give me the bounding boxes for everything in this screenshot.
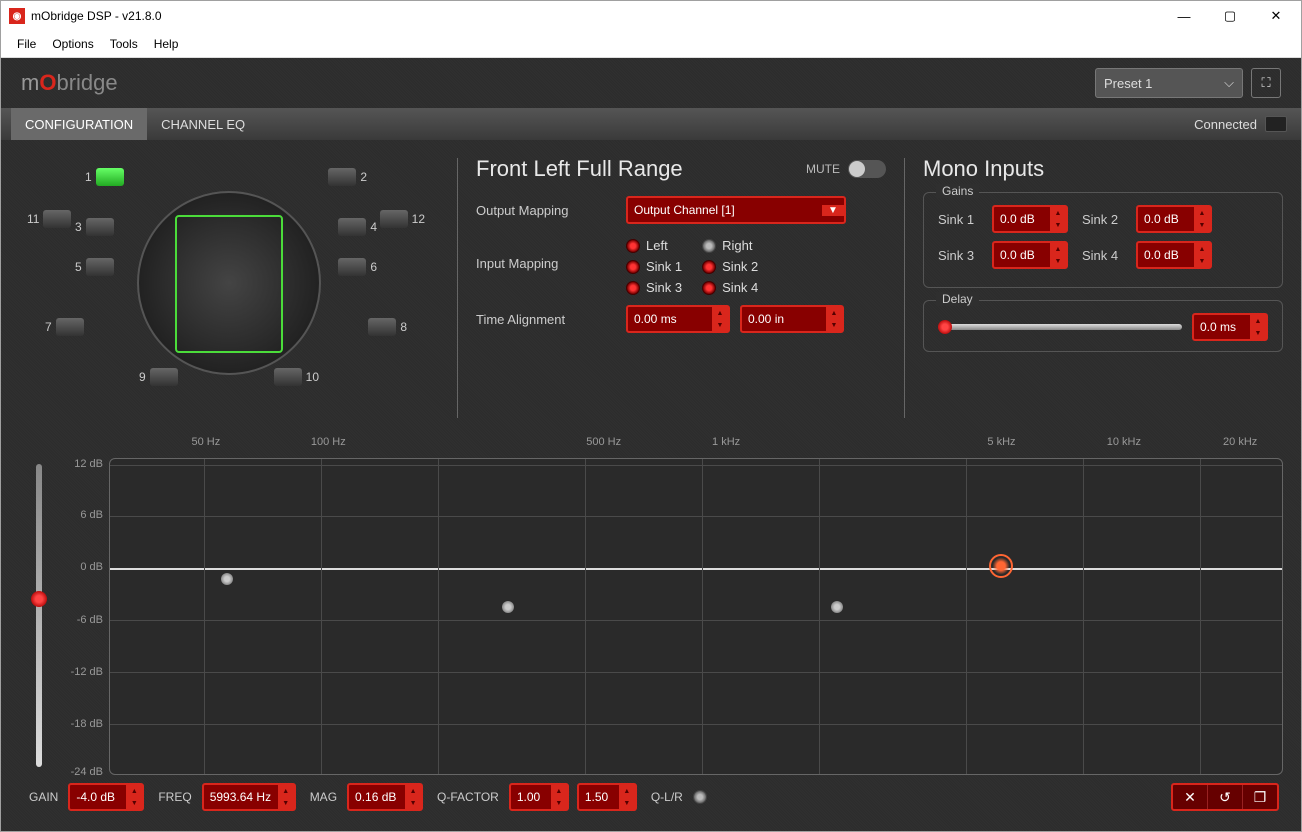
close-button[interactable]: ✕	[1253, 1, 1299, 31]
input-sink1[interactable]: Sink 1	[626, 259, 682, 274]
input-sink4[interactable]: Sink 4	[702, 280, 758, 295]
minimize-button[interactable]: ―	[1161, 1, 1207, 31]
eq-curve	[110, 459, 1282, 775]
eq-point-1[interactable]	[221, 573, 233, 585]
eq-point-3[interactable]	[831, 601, 843, 613]
chevron-down-icon: ▼	[822, 205, 844, 216]
time-ms-input[interactable]: 0.00 ms▲▼	[626, 305, 730, 333]
delay-group: Delay 0.0 ms▲▼	[923, 300, 1283, 352]
fullscreen-button[interactable]: ⛶	[1251, 68, 1281, 98]
eq-graph[interactable]	[109, 458, 1283, 775]
mag-input[interactable]: 0.16 dB▲▼	[347, 783, 423, 811]
sink2-gain[interactable]: 0.0 dB▲▼	[1136, 205, 1212, 233]
eq-area: 50 Hz 100 Hz 500 Hz 1 kHz 5 kHz 10 kHz 2…	[19, 436, 1283, 775]
qfactor-input-2[interactable]: 1.50▲▼	[577, 783, 637, 811]
speaker-8[interactable]: 8	[368, 318, 407, 336]
input-sink2[interactable]: Sink 2	[702, 259, 758, 274]
content: 1 2 3 4 5 6 7 8 9 10 11 12 Front Left	[1, 140, 1301, 831]
output-mapping-label: Output Mapping	[476, 203, 626, 218]
tabbar: CONFIGURATION CHANNEL EQ Connected	[1, 108, 1301, 140]
speaker-6[interactable]: 6	[338, 258, 377, 276]
app-icon: ◉	[9, 8, 25, 24]
freq-input[interactable]: 5993.64 Hz▲▼	[202, 783, 296, 811]
speaker-3[interactable]: 3	[75, 218, 114, 236]
app-header: mObridge Preset 1 ⌵ ⛶	[1, 58, 1301, 108]
titlebar: ◉ mObridge DSP - v21.8.0 ― ▢ ✕	[1, 1, 1301, 31]
speaker-layout: 1 2 3 4 5 6 7 8 9 10 11 12	[19, 148, 439, 418]
sink1-gain[interactable]: 0.0 dB▲▼	[992, 205, 1068, 233]
menu-help[interactable]: Help	[146, 35, 187, 53]
close-icon[interactable]: ✕	[1173, 785, 1208, 809]
input-sink3[interactable]: Sink 3	[626, 280, 682, 295]
preset-select[interactable]: Preset 1 ⌵	[1095, 68, 1243, 98]
menu-tools[interactable]: Tools	[102, 35, 146, 53]
menu-options[interactable]: Options	[44, 35, 101, 53]
eq-x-labels: 50 Hz 100 Hz 500 Hz 1 kHz 5 kHz 10 kHz 2…	[59, 436, 1283, 458]
mono-title: Mono Inputs	[923, 156, 1283, 182]
gain-vslider[interactable]	[36, 464, 42, 767]
gain-input[interactable]: -4.0 dB▲▼	[68, 783, 144, 811]
output-mapping-select[interactable]: Output Channel [1] ▼	[626, 196, 846, 224]
eq-point-4-selected[interactable]	[989, 554, 1013, 578]
speaker-10[interactable]: 10	[274, 368, 319, 386]
app-window: ◉ mObridge DSP - v21.8.0 ― ▢ ✕ File Opti…	[0, 0, 1302, 832]
connection-status: Connected	[1180, 108, 1301, 140]
preset-label: Preset 1	[1104, 76, 1152, 91]
connection-icon	[1265, 116, 1287, 132]
mono-inputs-panel: Mono Inputs Gains Sink 10.0 dB▲▼ Sink 20…	[923, 148, 1283, 418]
speaker-4[interactable]: 4	[338, 218, 377, 236]
delay-value[interactable]: 0.0 ms▲▼	[1192, 313, 1268, 341]
maximize-button[interactable]: ▢	[1207, 1, 1253, 31]
input-mapping-label: Input Mapping	[476, 234, 626, 271]
footer-controls: GAIN -4.0 dB▲▼ FREQ 5993.64 Hz▲▼ MAG 0.1…	[19, 775, 1283, 819]
speaker-1[interactable]: 1	[85, 168, 124, 186]
qlr-radio[interactable]	[693, 790, 707, 804]
window-title: mObridge DSP - v21.8.0	[31, 9, 1161, 23]
time-in-input[interactable]: 0.00 in▲▼	[740, 305, 844, 333]
menubar: File Options Tools Help	[1, 31, 1301, 58]
delay-slider[interactable]	[938, 324, 1182, 330]
eq-y-labels: 12 dB 6 dB 0 dB -6 dB -12 dB -18 dB -24 …	[59, 458, 109, 775]
app-body: mObridge Preset 1 ⌵ ⛶ CONFIGURATION CHAN…	[1, 58, 1301, 831]
eq-point-2[interactable]	[502, 601, 514, 613]
car-graphic	[137, 191, 321, 375]
copy-icon[interactable]: ❐	[1243, 785, 1277, 809]
tab-configuration[interactable]: CONFIGURATION	[11, 108, 147, 140]
gains-group: Gains Sink 10.0 dB▲▼ Sink 20.0 dB▲▼ Sink…	[923, 192, 1283, 288]
speaker-7[interactable]: 7	[45, 318, 84, 336]
qfactor-input-1[interactable]: 1.00▲▼	[509, 783, 569, 811]
channel-title: Front Left Full Range	[476, 156, 683, 182]
top-row: 1 2 3 4 5 6 7 8 9 10 11 12 Front Left	[19, 148, 1283, 418]
speaker-2[interactable]: 2	[328, 168, 367, 186]
speaker-5[interactable]: 5	[75, 258, 114, 276]
input-right[interactable]: Right	[702, 238, 758, 253]
gain-vslider-wrap	[19, 436, 59, 775]
reset-icon[interactable]: ↺	[1208, 785, 1243, 809]
input-left[interactable]: Left	[626, 238, 682, 253]
input-mapping-options: Left Right Sink 1 Sink 2 Sink 3 Sink 4	[626, 238, 758, 295]
speaker-12[interactable]: 12	[380, 210, 425, 228]
channel-panel: Front Left Full Range MUTE Output Mappin…	[476, 148, 886, 418]
tab-channel-eq[interactable]: CHANNEL EQ	[147, 108, 259, 140]
speaker-11[interactable]: 11	[27, 210, 71, 228]
mute-control: MUTE	[806, 160, 886, 178]
footer-action-bar: ✕ ↺ ❐	[1171, 783, 1279, 811]
sink3-gain[interactable]: 0.0 dB▲▼	[992, 241, 1068, 269]
menu-file[interactable]: File	[9, 35, 44, 53]
logo: mObridge	[21, 70, 118, 96]
speaker-9[interactable]: 9	[139, 368, 178, 386]
time-alignment-label: Time Alignment	[476, 312, 626, 327]
sink4-gain[interactable]: 0.0 dB▲▼	[1136, 241, 1212, 269]
mute-toggle[interactable]	[848, 160, 886, 178]
chevron-down-icon: ⌵	[1224, 75, 1234, 91]
